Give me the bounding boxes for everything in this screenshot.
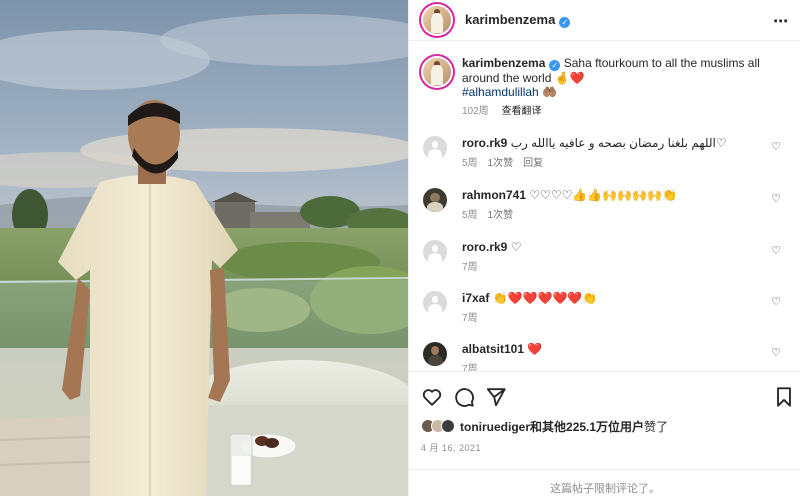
comment-time[interactable]: 7周	[462, 262, 478, 273]
post-image	[0, 0, 408, 496]
verified-badge-icon: ✓	[549, 60, 561, 71]
comment-avatar[interactable]	[423, 240, 447, 264]
comment-time[interactable]: 5周	[462, 158, 478, 169]
comment-text: ♡♡♡♡👍👍🙌🙌🙌🙌👏	[529, 188, 677, 202]
comment-avatar[interactable]	[423, 136, 447, 160]
comment-avatar[interactable]	[423, 188, 447, 212]
send-icon[interactable]	[485, 386, 507, 408]
comment-like-heart-icon[interactable]: ♡	[771, 192, 781, 205]
comment-avatar[interactable]	[423, 291, 447, 315]
likes-user[interactable]: toniruediger和	[460, 420, 542, 434]
caption-time[interactable]: 102周	[462, 106, 489, 117]
comment-username[interactable]: rahmon741	[462, 188, 526, 202]
comment-username[interactable]: roro.rk9	[462, 136, 507, 150]
comment-time[interactable]: 7周	[462, 364, 478, 371]
comment-item: roro.rk9 اللهم بلغنا رمضان بصحه و عافيه …	[421, 136, 791, 180]
comment-text: ❤️	[527, 342, 543, 356]
verified-badge-icon: ✓	[559, 17, 571, 28]
comment-item: i7xaf 👏❤️❤️❤️❤️❤️👏 7周 ♡	[421, 291, 791, 335]
caption-avatar[interactable]	[423, 58, 451, 86]
author-avatar[interactable]	[423, 6, 451, 34]
likes-count[interactable]: 其他225.1万位用户	[542, 420, 644, 434]
liker-avatar	[441, 419, 455, 433]
comment-time[interactable]: 7周	[462, 313, 478, 324]
bookmark-icon[interactable]	[773, 386, 795, 408]
comment-like-heart-icon[interactable]: ♡	[771, 295, 781, 308]
comment-item: albatsit101 ❤️ 7周 ♡	[421, 342, 791, 371]
post-photo[interactable]	[0, 0, 408, 496]
comment-username[interactable]: roro.rk9	[462, 240, 507, 254]
comment-item: roro.rk9 ♡ 7周 ♡	[421, 240, 791, 284]
post-date[interactable]: 4 月 16, 2021	[421, 441, 481, 454]
more-options-icon[interactable]: ⋯	[773, 12, 789, 30]
comments-disabled-notice: 这篇帖子限制评论了。	[409, 469, 800, 496]
likes-summary[interactable]: toniruediger和其他225.1万位用户赞了	[421, 417, 668, 435]
caption-hashtag[interactable]: #alhamdulillah 🤲🏽	[462, 85, 557, 99]
caption-username[interactable]: karimbenzema	[462, 56, 545, 70]
comment-like-heart-icon[interactable]: ♡	[771, 140, 781, 153]
comment-likes[interactable]: 1次赞	[488, 158, 514, 169]
comment-text: ♡	[510, 240, 522, 254]
comment-username[interactable]: i7xaf	[462, 291, 489, 305]
post-actions: toniruediger和其他225.1万位用户赞了 4 月 16, 2021	[409, 371, 800, 469]
comments-list[interactable]: karimbenzema ✓ Saha ftourkoum to all the …	[409, 41, 800, 371]
comment-icon[interactable]	[453, 386, 475, 408]
post-header: karimbenzema ✓ ⋯	[409, 0, 800, 41]
comment-text: اللهم بلغنا رمضان بصحه و عافيه ياالله رب…	[510, 136, 727, 150]
likes-suffix: 赞了	[644, 419, 669, 434]
translate-link[interactable]: 查看翻译	[501, 106, 541, 117]
post-side-panel: karimbenzema ✓ ⋯ karimbenzema ✓ Saha ftour…	[408, 0, 800, 496]
comment-avatar[interactable]	[423, 342, 447, 366]
comment-like-heart-icon[interactable]: ♡	[771, 346, 781, 359]
heart-icon[interactable]	[421, 386, 443, 408]
comment-time[interactable]: 5周	[462, 210, 478, 221]
caption-meta: 102周 查看翻译	[462, 105, 790, 119]
comment-like-heart-icon[interactable]: ♡	[771, 244, 781, 257]
comment-item: rahmon741 ♡♡♡♡👍👍🙌🙌🙌🙌👏 5周 1次赞 ♡	[421, 188, 791, 232]
comment-username[interactable]: albatsit101	[462, 342, 524, 356]
comment-text: 👏❤️❤️❤️❤️❤️👏	[492, 291, 598, 305]
author-username[interactable]: karimbenzema ✓	[465, 12, 571, 28]
comment-likes[interactable]: 1次赞	[488, 210, 514, 221]
comment-reply[interactable]: 回复	[523, 158, 543, 169]
